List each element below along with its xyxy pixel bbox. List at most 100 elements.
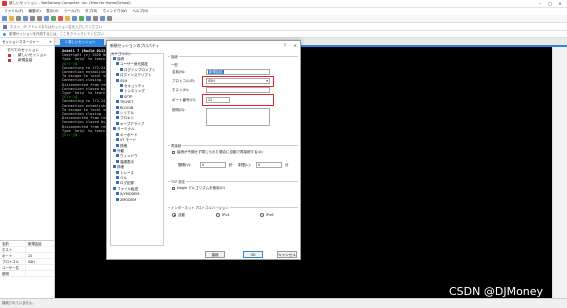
menu-edit[interactable]: 編集(E) bbox=[29, 8, 41, 15]
status-text: 接続されていません。 bbox=[2, 301, 36, 305]
host-label: ホスト(H): bbox=[172, 88, 190, 92]
auto-reconnect-label: 接続が予期せず閉じられた場合に自動で再接続する(A) bbox=[177, 150, 263, 154]
highlight-host-box bbox=[202, 94, 274, 106]
compose-icon[interactable] bbox=[100, 16, 105, 21]
help-icon[interactable] bbox=[107, 16, 112, 21]
menu-window[interactable]: ウィンドウ(W) bbox=[103, 8, 127, 15]
hint-text: 新規セッションを作成するには、ここをクリックしてください bbox=[9, 32, 104, 36]
close-panel-icon[interactable]: ✕ bbox=[49, 38, 52, 46]
auto-reconnect-checkbox[interactable] bbox=[172, 151, 175, 154]
globe-icon[interactable] bbox=[51, 16, 56, 21]
xftp-icon[interactable] bbox=[79, 16, 84, 21]
menu-tools[interactable]: ツール(T) bbox=[64, 8, 80, 15]
category-icon bbox=[116, 181, 119, 185]
fullscreen-icon[interactable] bbox=[72, 16, 77, 21]
menu-tab[interactable]: タブ(B) bbox=[85, 8, 97, 15]
connect-button[interactable]: 接続 bbox=[205, 251, 225, 258]
category-icon bbox=[116, 116, 119, 120]
host-field[interactable] bbox=[206, 87, 270, 93]
lock-icon[interactable] bbox=[86, 16, 91, 21]
session-manager-panel: セッションマネージャー ✕ すべてのセッション 新しいセッション 新規会話 bbox=[0, 38, 55, 240]
address-bar[interactable]: ホスト、IP アドレスまたはセッション名を入力してください bbox=[0, 23, 567, 31]
category-icon bbox=[116, 154, 119, 158]
category-icon bbox=[120, 89, 123, 93]
close-window-button[interactable]: ✕ bbox=[555, 0, 565, 8]
dialog-help-button[interactable]: ? bbox=[284, 41, 286, 50]
cancel-button[interactable]: キャンセル bbox=[277, 251, 297, 258]
name-field[interactable]: 新規会話 bbox=[206, 69, 270, 75]
category-icon bbox=[116, 138, 119, 142]
category-icon bbox=[116, 143, 119, 147]
info-icon bbox=[3, 33, 6, 36]
category-label: カテゴリ(C): bbox=[111, 52, 131, 56]
maximize-button[interactable]: □ bbox=[545, 0, 555, 8]
status-bar: 接続されていません。 bbox=[0, 298, 567, 308]
session-properties: 名前 新規会話 ホスト ポート 22 プロトコル SSH ユーザー名 説明 bbox=[0, 240, 55, 298]
nagle-checkbox[interactable] bbox=[172, 187, 175, 190]
paste-icon[interactable] bbox=[37, 16, 42, 21]
new-session-icon[interactable] bbox=[2, 16, 7, 21]
property-row: 説明 bbox=[0, 271, 54, 277]
category-icon bbox=[116, 197, 119, 201]
tcp-legend: TCP 設定 bbox=[170, 179, 187, 184]
reconnect-legend: 再接続 bbox=[170, 143, 183, 148]
category-icon bbox=[113, 127, 116, 131]
settings-pane: 接続 一般 名前(N): 新規会話 プロトコル(P): SSH ▾ ホスト(H):… bbox=[168, 53, 298, 246]
category-icon bbox=[113, 186, 116, 190]
menu-file[interactable]: ファイル(F) bbox=[4, 8, 23, 15]
ip-version-legend: インターネットプロトコルバージョン bbox=[170, 205, 230, 210]
category-icon bbox=[120, 67, 123, 71]
name-label: 名前(N): bbox=[172, 70, 186, 74]
description-field[interactable] bbox=[206, 108, 270, 126]
interval-field[interactable]: 0 bbox=[200, 162, 226, 168]
keyboard-icon[interactable] bbox=[93, 16, 98, 21]
app-icon bbox=[2, 1, 7, 6]
ipv4-radio[interactable] bbox=[216, 213, 220, 217]
menu-bar: ファイル(F) 編集(E) 表示(V) ツール(T) タブ(B) ウィンドウ(W… bbox=[0, 8, 567, 15]
category-icon bbox=[116, 159, 119, 163]
ipv6-label: IPv6 bbox=[266, 213, 274, 217]
minimize-button[interactable]: – bbox=[535, 0, 545, 8]
menu-view[interactable]: 表示(V) bbox=[46, 8, 58, 15]
ip-auto-radio[interactable] bbox=[172, 213, 176, 217]
session-tree: すべてのセッション 新しいセッション 新規会話 bbox=[0, 46, 54, 63]
terminal-scrollbar[interactable] bbox=[552, 47, 567, 298]
ok-button[interactable]: OK bbox=[243, 251, 263, 258]
minutes-unit: 分 bbox=[285, 163, 289, 167]
hint-bar[interactable]: 新規セッションを作成するには、ここをクリックしてください bbox=[0, 31, 567, 38]
category-icon bbox=[116, 62, 119, 66]
address-icon bbox=[3, 25, 7, 29]
color-scheme-icon[interactable] bbox=[58, 16, 63, 21]
interval-label: 間隔(V): bbox=[178, 163, 192, 167]
section-connect: 接続 bbox=[170, 54, 179, 59]
session-properties-dialog: 新規セッションのプロパティ ? ✕ カテゴリ(C): 接続 ユーザー身元認証 ログイ… bbox=[106, 40, 301, 260]
window-title: 新しいセッション - NetSarang Computer, Inc. (Fre… bbox=[9, 1, 131, 5]
category-icon bbox=[120, 84, 123, 88]
category-icon bbox=[120, 94, 123, 98]
open-folder-icon[interactable] bbox=[9, 16, 14, 21]
session-tree-item[interactable]: 新規会話 bbox=[3, 58, 54, 63]
ipv4-label: IPv4 bbox=[222, 213, 230, 217]
category-icon bbox=[116, 111, 119, 115]
category-icon bbox=[116, 175, 119, 179]
category-icon bbox=[116, 105, 119, 109]
menu-help[interactable]: ヘルプ(H) bbox=[132, 8, 148, 15]
dialog-close-button[interactable]: ✕ bbox=[294, 41, 297, 50]
ip-auto-label: 自動 bbox=[178, 213, 185, 217]
reconnect-icon[interactable] bbox=[23, 16, 28, 21]
session-icon bbox=[8, 54, 11, 57]
font-icon[interactable] bbox=[65, 16, 70, 21]
category-icon bbox=[116, 192, 119, 196]
category-icon bbox=[116, 132, 119, 136]
find-icon[interactable] bbox=[44, 16, 49, 21]
category-tree: カテゴリ(C): 接続 ユーザー身元認証 ログインプロンプト ログインスクリプト SSH… bbox=[110, 52, 164, 246]
disconnect-icon[interactable] bbox=[16, 16, 21, 21]
toolbar bbox=[0, 15, 567, 23]
address-placeholder: ホスト、IP アドレスまたはセッション名を入力してください bbox=[10, 25, 103, 29]
category-tree-item[interactable]: ZMODEM bbox=[111, 197, 163, 203]
session-manager-title: セッションマネージャー bbox=[2, 40, 40, 44]
ipv6-radio[interactable] bbox=[260, 213, 264, 217]
copy-icon[interactable] bbox=[30, 16, 35, 21]
limit-field[interactable]: 0 bbox=[256, 162, 282, 168]
watermark: CSDN @DJMoney bbox=[449, 285, 544, 298]
